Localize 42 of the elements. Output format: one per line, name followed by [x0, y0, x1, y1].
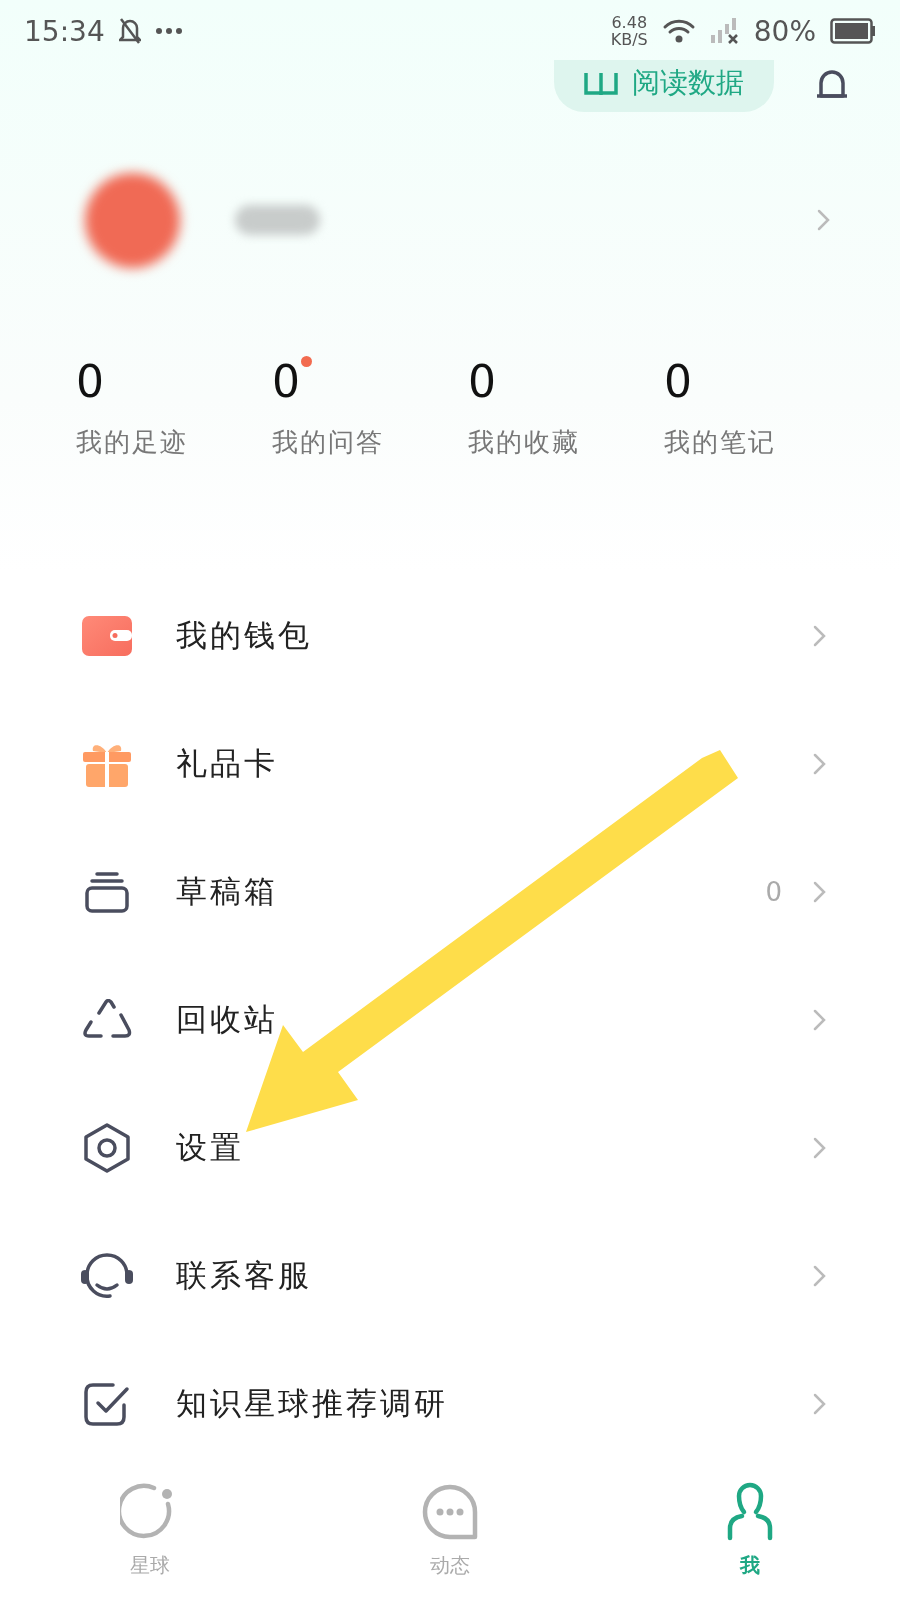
- settings-icon: [83, 1123, 131, 1173]
- bell-off-icon: [118, 17, 141, 45]
- stat-count: 0: [272, 356, 300, 407]
- stat-label[interactable]: 我的笔记: [664, 425, 776, 460]
- chevron-icon: [812, 1392, 826, 1416]
- menu-item[interactable]: 设置: [0, 1084, 900, 1212]
- drafts-box-icon: [85, 871, 129, 913]
- headset-icon: [80, 1251, 134, 1301]
- reading-data-button[interactable]: 阅读数据: [554, 60, 774, 112]
- chevron-icon: [812, 752, 826, 776]
- draft-count: 0: [765, 877, 782, 907]
- chevron-icon: [812, 624, 826, 648]
- battery-icon: [830, 18, 876, 44]
- chevron-icon: [812, 1136, 826, 1160]
- chevron-icon: [812, 880, 826, 904]
- status-time: 15:34: [24, 14, 105, 48]
- stat-count: 0: [664, 356, 692, 407]
- wifi-icon: [661, 17, 696, 45]
- chevron-icon: [812, 1264, 826, 1288]
- wallet-icon: [82, 616, 132, 656]
- recycle-icon: [81, 999, 133, 1041]
- checkbox-icon: [83, 1381, 131, 1427]
- avatar[interactable]: [85, 172, 180, 268]
- stat-label[interactable]: 我的问答: [272, 425, 384, 460]
- network-speed: 6.48: [611, 14, 648, 31]
- more-icon: [154, 27, 183, 35]
- stat-label[interactable]: 我的足迹: [76, 425, 188, 460]
- speed-unit: KB/S: [610, 31, 648, 48]
- menu-item[interactable]: 草稿箱 0: [0, 828, 900, 956]
- stat-count: 0: [76, 356, 104, 407]
- menu-item[interactable]: 回收站: [0, 956, 900, 1084]
- stat-label[interactable]: 我的收藏: [468, 425, 580, 460]
- unread-dot: [301, 356, 312, 367]
- menu-item[interactable]: 礼品卡: [0, 700, 900, 828]
- menu-item[interactable]: 我的钱包: [0, 572, 900, 700]
- chevron-icon: [812, 1008, 826, 1032]
- signal-icon: [709, 17, 740, 45]
- chevron-icon: [816, 208, 830, 232]
- chat-bubble-icon: [420, 1482, 480, 1542]
- battery-level: 80%: [753, 14, 816, 48]
- menu-item[interactable]: 联系客服: [0, 1212, 900, 1340]
- stat-count: 0: [468, 356, 496, 407]
